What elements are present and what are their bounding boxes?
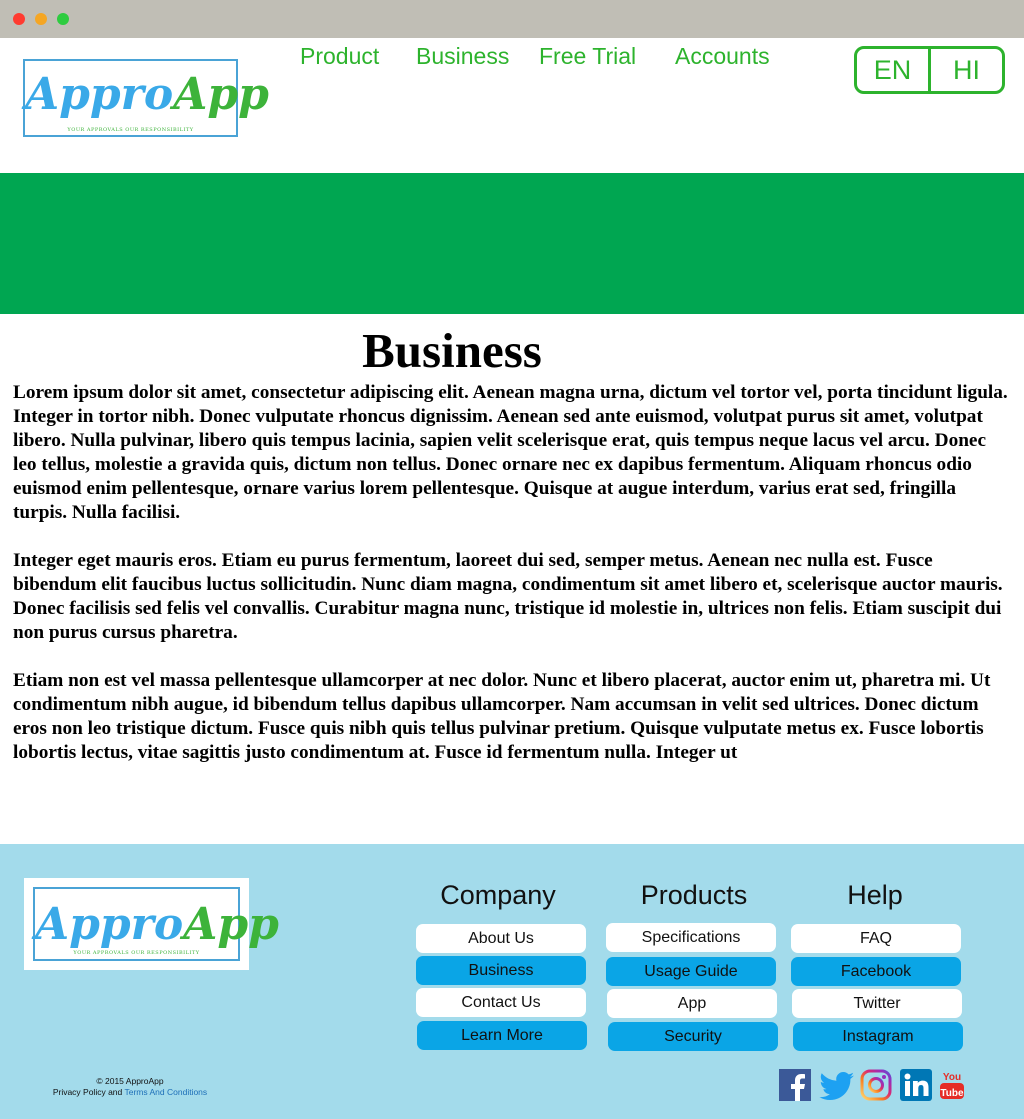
footer: ApproApp YOUR APPROVALS OUR RESPONSIBILI… [0, 844, 1024, 1119]
footer-heading-help: Help [847, 880, 903, 910]
copyright-line: © 2015 ApproApp [96, 1076, 164, 1086]
terms-link[interactable]: Terms And Conditions [124, 1087, 207, 1097]
logo-wordmark: ApproApp [35, 899, 279, 950]
facebook-icon[interactable] [779, 1069, 811, 1101]
page-content: Lorem ipsum dolor sit amet, consectetur … [13, 381, 1013, 765]
footer-link-contact-us[interactable]: Contact Us [416, 988, 586, 1017]
language-switcher: EN HI [854, 46, 1005, 94]
maximize-window-button[interactable] [57, 13, 69, 25]
close-window-button[interactable] [13, 13, 25, 25]
logo-tagline: YOUR APPROVALS OUR RESPONSIBILITY [67, 127, 194, 133]
content-paragraph: Etiam non est vel massa pellentesque ull… [13, 670, 991, 763]
content-paragraph: Lorem ipsum dolor sit amet, consectetur … [13, 382, 1008, 523]
footer-heading-company: Company [440, 880, 556, 910]
footer-link-instagram[interactable]: Instagram [793, 1022, 963, 1051]
linkedin-icon[interactable] [900, 1069, 932, 1101]
svg-text:Tube: Tube [940, 1088, 964, 1099]
footer-heading-products: Products [640, 880, 748, 910]
hero-banner [0, 173, 1024, 314]
language-hi-button[interactable]: HI [928, 49, 1002, 91]
footer-logo[interactable]: ApproApp YOUR APPROVALS OUR RESPONSIBILI… [24, 878, 279, 970]
footer-link-security[interactable]: Security [608, 1022, 778, 1051]
page-title: Business [362, 323, 542, 378]
nav-business[interactable]: Business [416, 43, 509, 70]
policy-text: Privacy Policy and [52, 1087, 123, 1097]
nav-accounts[interactable]: Accounts [675, 43, 770, 70]
footer-link-learn-more[interactable]: Learn More [417, 1021, 587, 1050]
footer-link-about-us[interactable]: About Us [416, 924, 586, 953]
copyright-notice: © 2015 ApproApp Privacy Policy and Terms… [40, 1076, 220, 1098]
footer-link-business[interactable]: Business [416, 956, 586, 985]
youtube-icon[interactable]: You Tube [940, 1069, 964, 1101]
footer-link-app[interactable]: App [607, 989, 777, 1018]
footer-link-faq[interactable]: FAQ [791, 924, 961, 953]
language-en-button[interactable]: EN [857, 49, 928, 91]
minimize-window-button[interactable] [35, 13, 47, 25]
header-logo[interactable]: ApproApp YOUR APPROVALS OUR RESPONSIBILI… [23, 59, 269, 137]
footer-link-specifications[interactable]: Specifications [606, 923, 776, 952]
instagram-icon[interactable] [860, 1069, 892, 1101]
content-paragraph: Integer eget mauris eros. Etiam eu purus… [13, 550, 1003, 643]
window-titlebar [0, 0, 1024, 38]
nav-free-trial[interactable]: Free Trial [539, 43, 636, 70]
logo-tagline: YOUR APPROVALS OUR RESPONSIBILITY [73, 950, 200, 956]
logo-wordmark: ApproApp [25, 69, 269, 120]
twitter-icon[interactable] [819, 1069, 855, 1101]
footer-link-facebook[interactable]: Facebook [791, 957, 961, 986]
footer-link-usage-guide[interactable]: Usage Guide [606, 957, 776, 986]
footer-link-twitter[interactable]: Twitter [792, 989, 962, 1018]
svg-text:You: You [943, 1072, 961, 1083]
nav-product[interactable]: Product [300, 43, 379, 70]
